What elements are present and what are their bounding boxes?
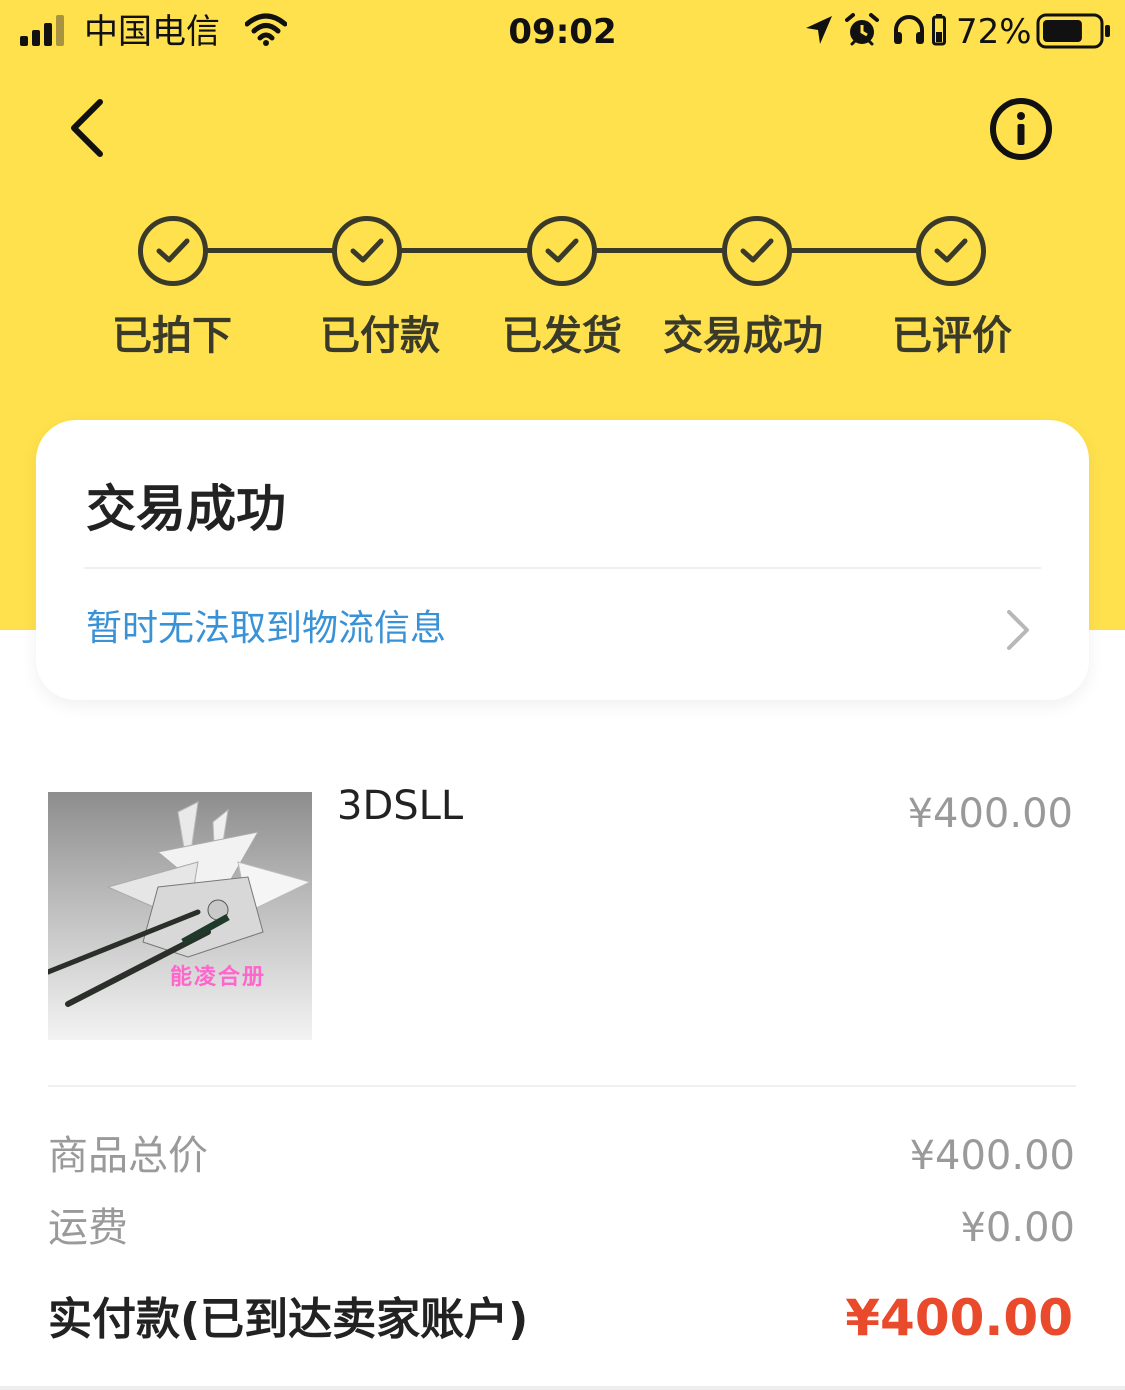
product-price: ¥400.00 xyxy=(907,791,1073,837)
bottom-divider xyxy=(0,1386,1125,1390)
chevron-left-icon xyxy=(71,99,103,157)
shipping-value: ¥0.00 xyxy=(960,1205,1075,1251)
paid-amount-value: ¥400.00 xyxy=(845,1289,1073,1347)
info-button[interactable] xyxy=(988,96,1054,162)
step-check-icon xyxy=(916,216,986,286)
battery-indicator-icon xyxy=(932,14,946,46)
logistics-info-link[interactable]: 暂时无法取到物流信息 xyxy=(86,604,446,654)
step-label: 已评价 xyxy=(892,313,1012,359)
step-check-icon xyxy=(332,216,402,286)
shipping-label: 运费 xyxy=(48,1205,128,1251)
step-label: 已拍下 xyxy=(112,313,232,359)
headphones-icon xyxy=(894,15,924,44)
gundam-model-image xyxy=(48,801,312,1007)
step-check-icon xyxy=(138,216,208,286)
alarm-clock-icon xyxy=(845,13,879,46)
divider xyxy=(84,567,1041,569)
info-circle-icon xyxy=(990,98,1052,160)
battery-icon xyxy=(1036,13,1110,49)
order-status-title: 交易成功 xyxy=(86,480,286,538)
location-arrow-icon xyxy=(806,16,832,44)
goods-total-label: 商品总价 xyxy=(48,1133,208,1179)
product-title[interactable]: 3DSLL xyxy=(337,780,463,832)
paid-amount-label: 实付款(已到达卖家账户) xyxy=(48,1294,529,1345)
step-check-icon xyxy=(527,216,597,286)
order-status-card: 交易成功 暂时无法取到物流信息 xyxy=(36,420,1089,700)
battery-percentage: 72% xyxy=(956,12,1032,52)
goods-total-value: ¥400.00 xyxy=(909,1133,1075,1179)
chevron-right-icon[interactable] xyxy=(1005,608,1031,652)
step-check-icon xyxy=(722,216,792,286)
divider xyxy=(48,1085,1076,1087)
product-image[interactable]: 能凌合册 xyxy=(48,792,312,1040)
status-bar: 中国电信 09:02 72% xyxy=(0,0,1125,64)
step-label: 交易成功 xyxy=(663,313,823,359)
back-button[interactable] xyxy=(60,92,120,162)
product-image-caption: 能凌合册 xyxy=(170,965,267,990)
